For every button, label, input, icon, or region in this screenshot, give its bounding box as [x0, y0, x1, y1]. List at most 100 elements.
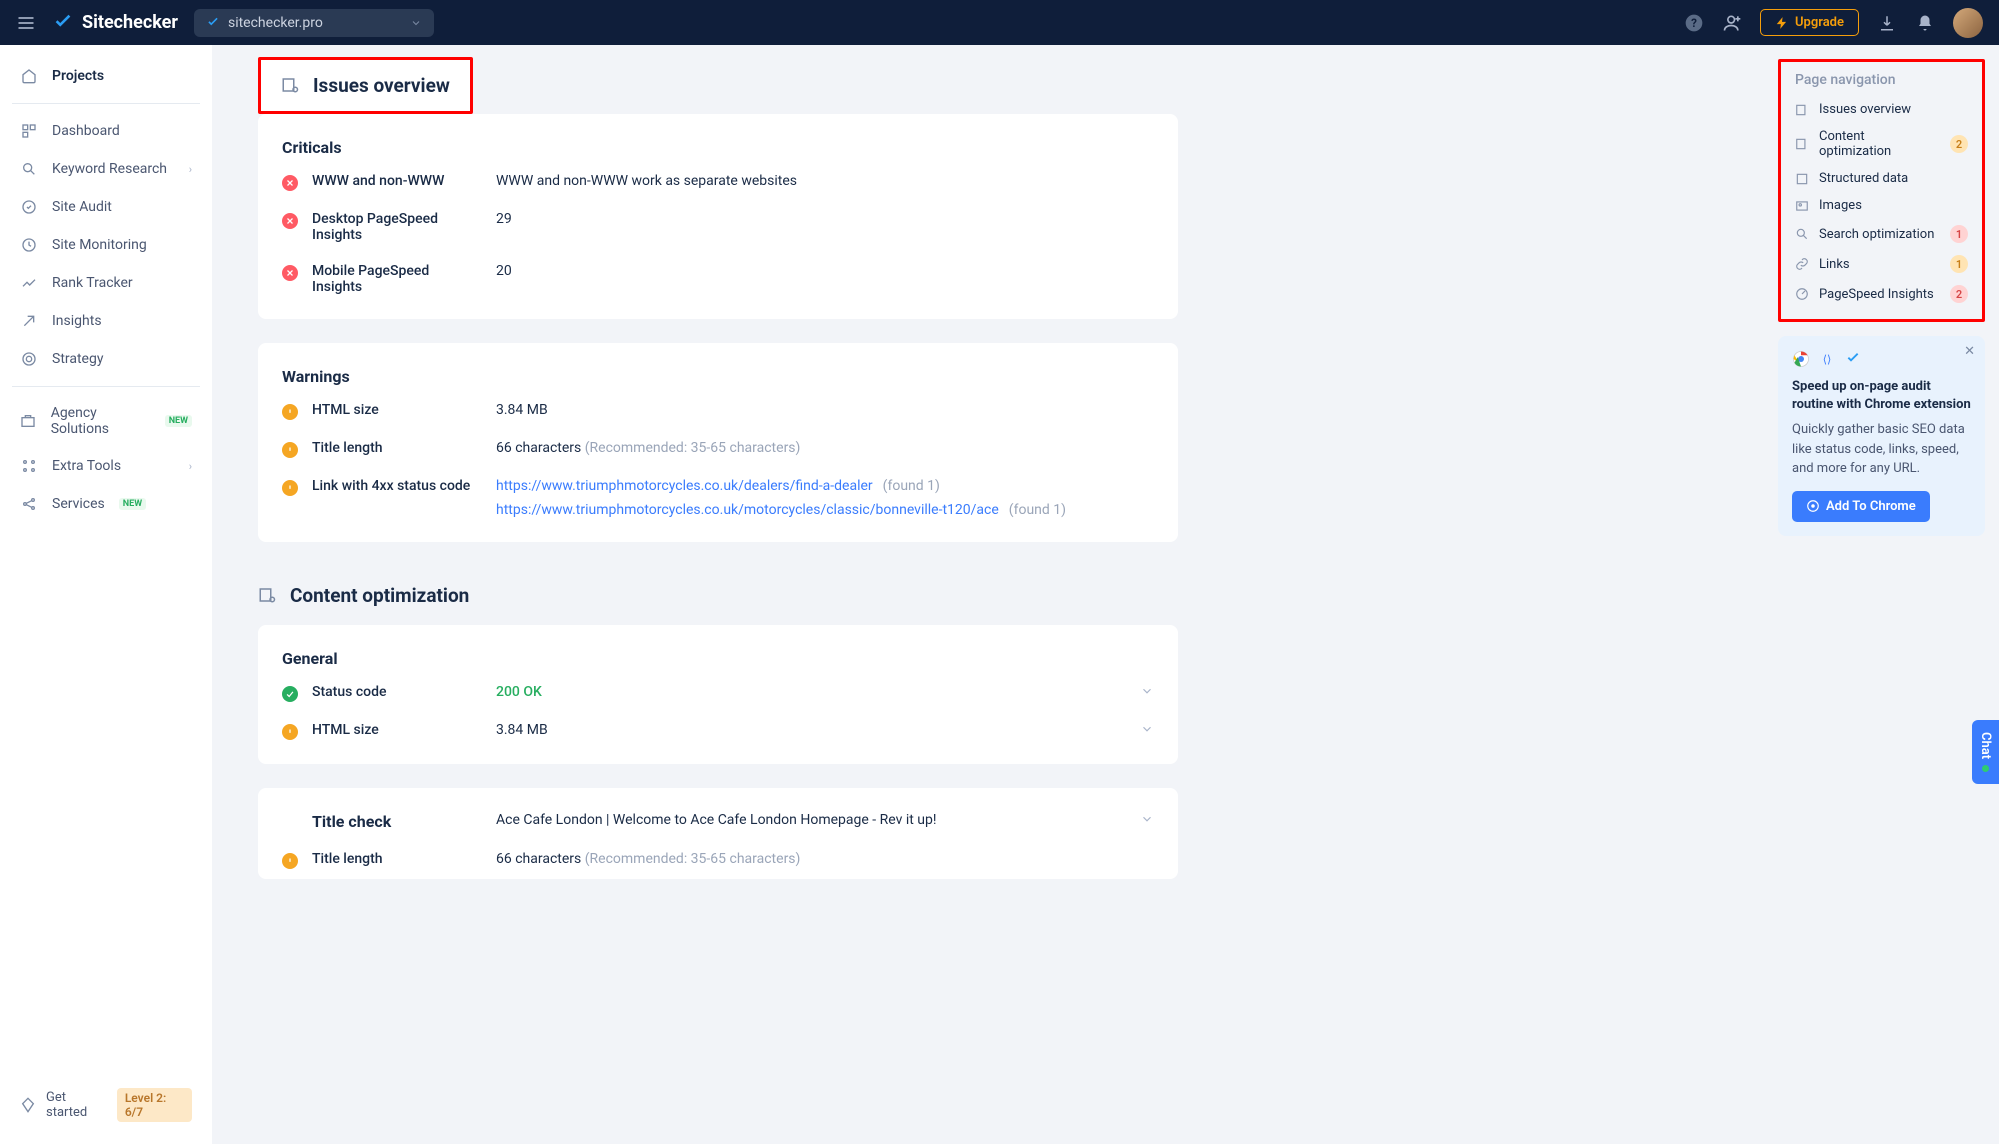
nav-item-overview[interactable]: Issues overview	[1791, 96, 1972, 123]
row-value: 3.84 MB	[496, 402, 1154, 418]
nav-label: Issues overview	[1819, 102, 1911, 117]
link-icon: ⟨⟩	[1818, 350, 1836, 368]
broken-link[interactable]: https://www.triumphmotorcycles.co.uk/dea…	[496, 478, 873, 494]
section-title: Issues overview	[313, 74, 450, 97]
sidebar-item-agency[interactable]: Agency SolutionsNEW	[0, 395, 212, 447]
row-label: Desktop PageSpeed Insights	[312, 211, 482, 243]
chat-tab[interactable]: Chat	[1972, 720, 1999, 784]
nav-item-search[interactable]: Search optimization1	[1791, 219, 1972, 249]
row-value: 29	[496, 211, 1154, 227]
nav-item-links[interactable]: Links1	[1791, 249, 1972, 279]
menu-icon[interactable]	[16, 13, 36, 33]
section-title: Content optimization	[290, 584, 469, 607]
sidebar-item-extra[interactable]: Extra Tools ›	[0, 447, 212, 485]
general-title: General	[258, 625, 1178, 674]
expand-icon[interactable]	[1140, 722, 1154, 736]
download-icon[interactable]	[1877, 13, 1897, 33]
check-icon	[1844, 350, 1862, 368]
sidebar-item-dashboard[interactable]: Dashboard	[0, 112, 212, 150]
site-selector[interactable]: sitechecker.pro	[194, 9, 434, 37]
warning-icon	[282, 442, 298, 458]
add-to-chrome-button[interactable]: Add To Chrome	[1792, 491, 1930, 522]
value-hint: (Recommended: 35-65 characters)	[585, 440, 801, 456]
found-count: (found 1)	[1009, 502, 1066, 518]
warning-row: Title length 66 characters (Recommended: …	[258, 430, 1178, 468]
sidebar-projects[interactable]: Projects	[0, 57, 212, 95]
criticals-card: Criticals WWW and non-WWWWWW and non-WWW…	[258, 114, 1178, 319]
chart-icon	[20, 274, 38, 292]
sidebar-item-rank[interactable]: Rank Tracker	[0, 264, 212, 302]
services-icon	[20, 495, 38, 513]
row-value: 66 characters (Recommended: 35-65 charac…	[496, 440, 1154, 456]
sidebar-projects-label: Projects	[52, 68, 104, 84]
lightning-icon	[1775, 16, 1789, 30]
broken-link[interactable]: https://www.triumphmotorcycles.co.uk/mot…	[496, 502, 999, 518]
warnings-title: Warnings	[258, 343, 1178, 392]
close-icon[interactable]: ✕	[1964, 344, 1975, 359]
brand-logo[interactable]: Sitechecker	[52, 12, 178, 34]
chat-label: Chat	[1978, 732, 1993, 759]
add-user-icon[interactable]	[1722, 13, 1742, 33]
row-label: Title length	[312, 851, 482, 867]
warning-icon	[282, 480, 298, 496]
nav-item-images[interactable]: Images	[1791, 192, 1972, 219]
row-value: 66 characters (Recommended: 35-65 charac…	[496, 851, 1154, 867]
sidebar-item-monitoring[interactable]: Site Monitoring	[0, 226, 212, 264]
tools-icon	[20, 457, 38, 475]
sidebar-item-label: Strategy	[52, 351, 103, 367]
promo-desc: Quickly gather basic SEO data like statu…	[1792, 420, 1971, 479]
nav-count: 2	[1950, 135, 1968, 153]
sidebar-item-strategy[interactable]: Strategy	[0, 340, 212, 378]
expand-icon[interactable]	[1140, 684, 1154, 698]
warning-icon	[282, 404, 298, 420]
sidebar-item-label: Extra Tools	[52, 458, 121, 474]
sidebar: Projects Dashboard Keyword Research› Sit…	[0, 45, 212, 1144]
value-text: 66 characters	[496, 851, 585, 867]
sidebar-footer[interactable]: Get started Level 2: 6/7	[0, 1078, 212, 1132]
warnings-card: Warnings HTML size3.84 MB Title length 66…	[258, 343, 1178, 542]
row-label: Title length	[312, 440, 482, 456]
chrome-btn-icon	[1806, 499, 1820, 513]
chevron-down-icon	[410, 17, 422, 29]
row-value: 200 OK	[496, 684, 1126, 700]
title-check-value: Ace Cafe London | Welcome to Ace Cafe Lo…	[496, 812, 1126, 828]
nav-label: Content optimization	[1819, 129, 1940, 159]
link-icon	[1795, 257, 1809, 271]
nav-title: Page navigation	[1791, 68, 1972, 96]
nav-label: Images	[1819, 198, 1862, 213]
page-navigation: Page navigation Issues overview Content …	[1778, 59, 1985, 322]
criticals-title: Criticals	[258, 114, 1178, 163]
sidebar-item-label: Agency Solutions	[51, 405, 151, 437]
search-icon	[20, 160, 38, 178]
sidebar-item-services[interactable]: ServicesNEW	[0, 485, 212, 523]
level-badge: Level 2: 6/7	[117, 1088, 192, 1122]
row-label: WWW and non-WWW	[312, 173, 482, 189]
critical-icon	[282, 213, 298, 229]
sidebar-item-label: Site Audit	[52, 199, 112, 215]
sidebar-item-insights[interactable]: Insights	[0, 302, 212, 340]
nav-item-structured[interactable]: Structured data	[1791, 165, 1972, 192]
sidebar-item-audit[interactable]: Site Audit	[0, 188, 212, 226]
avatar[interactable]	[1953, 8, 1983, 38]
sidebar-item-label: Rank Tracker	[52, 275, 133, 291]
warning-row: HTML size3.84 MB	[258, 392, 1178, 430]
brand-name: Sitechecker	[82, 12, 178, 33]
bell-icon[interactable]	[1915, 13, 1935, 33]
expand-icon[interactable]	[1140, 812, 1154, 826]
content-icon	[258, 586, 278, 606]
title-length-row: Title length 66 characters (Recommended: …	[258, 841, 1178, 879]
help-icon[interactable]: ?	[1684, 13, 1704, 33]
value-text: 66 characters	[496, 440, 585, 456]
nav-label: PageSpeed Insights	[1819, 287, 1934, 302]
new-badge: NEW	[119, 498, 146, 510]
sidebar-item-keyword[interactable]: Keyword Research›	[0, 150, 212, 188]
chevron-right-icon: ›	[189, 460, 192, 473]
upgrade-button[interactable]: Upgrade	[1760, 9, 1859, 36]
nav-item-content[interactable]: Content optimization 2	[1791, 123, 1972, 165]
site-check-icon	[206, 16, 220, 30]
home-icon	[20, 67, 38, 85]
promo-icons: ⟨⟩	[1792, 350, 1971, 368]
chrome-icon	[1792, 350, 1810, 368]
issues-overview-header: Issues overview	[258, 57, 473, 114]
nav-item-pagespeed[interactable]: PageSpeed Insights2	[1791, 279, 1972, 309]
